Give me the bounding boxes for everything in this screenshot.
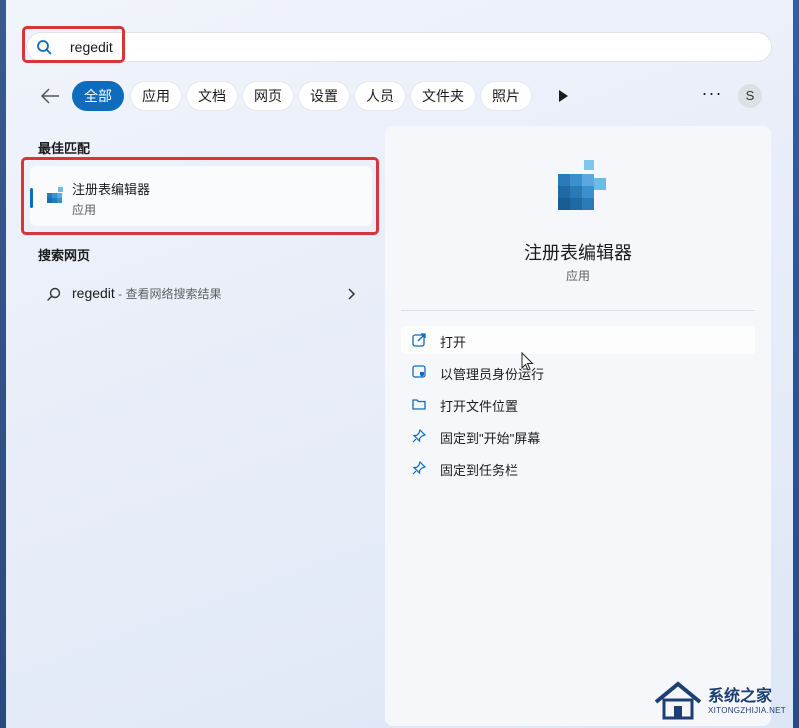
action-pin-to-start[interactable]: 固定到"开始"屏幕 [401,422,755,450]
detail-panel: 注册表编辑器 应用 打开 以管理员身份运行 打开文件位置 固定到"开始"屏幕 固… [385,126,771,726]
chevron-right-icon [348,288,356,300]
detail-app-name: 注册表编辑器 [524,243,632,263]
highlight-box-search [22,26,125,63]
folder-icon [412,399,426,410]
filter-folders[interactable]: 文件夹 [410,81,476,111]
action-open-file-location[interactable]: 打开文件位置 [401,390,755,418]
action-label: 打开文件位置 [440,399,519,414]
action-pin-to-taskbar[interactable]: 固定到任务栏 [401,454,755,482]
mouse-cursor-icon [521,352,534,371]
pin-icon [412,460,427,475]
search-box[interactable]: regedit [26,32,772,62]
filter-all[interactable]: 全部 [72,81,124,111]
back-arrow-icon[interactable] [38,85,62,107]
action-label: 固定到任务栏 [440,463,519,478]
web-hint: - 查看网络搜索结果 [114,287,222,301]
action-run-as-admin[interactable]: 以管理员身份运行 [401,358,755,386]
window-edge-right [793,0,799,728]
best-match-heading: 最佳匹配 [38,141,91,156]
filter-settings[interactable]: 设置 [298,81,350,111]
action-label: 打开 [440,335,467,350]
watermark-name: 系统之家 [708,688,773,705]
house-logo-icon [654,681,702,720]
filter-web[interactable]: 网页 [242,81,294,111]
watermark-url: XITONGZHIJIA.NET [708,706,786,715]
shield-admin-icon [412,365,426,378]
more-filters-play-icon[interactable] [556,88,570,104]
registry-editor-icon [558,160,606,210]
avatar[interactable]: S [738,84,762,108]
filter-people[interactable]: 人员 [354,81,406,111]
search-icon [47,287,61,301]
web-search-result[interactable]: regedit - 查看网络搜索结果 [34,280,370,308]
web-query: regedit [72,285,115,301]
web-search-heading: 搜索网页 [38,248,91,263]
more-options-icon[interactable]: ··· [701,84,723,106]
action-open[interactable]: 打开 [401,326,755,354]
filter-photos[interactable]: 照片 [480,81,532,111]
filter-documents[interactable]: 文档 [186,81,238,111]
watermark: 系统之家 XITONGZHIJIA.NET [650,676,790,724]
detail-app-type: 应用 [565,269,590,283]
divider [401,310,755,311]
web-result-text: regedit - 查看网络搜索结果 [72,285,221,302]
action-label: 固定到"开始"屏幕 [440,431,541,446]
highlight-box-result [21,157,379,235]
open-external-icon [412,333,426,347]
pin-icon [412,428,427,443]
window-edge-left [0,0,6,728]
filter-apps[interactable]: 应用 [130,81,182,111]
